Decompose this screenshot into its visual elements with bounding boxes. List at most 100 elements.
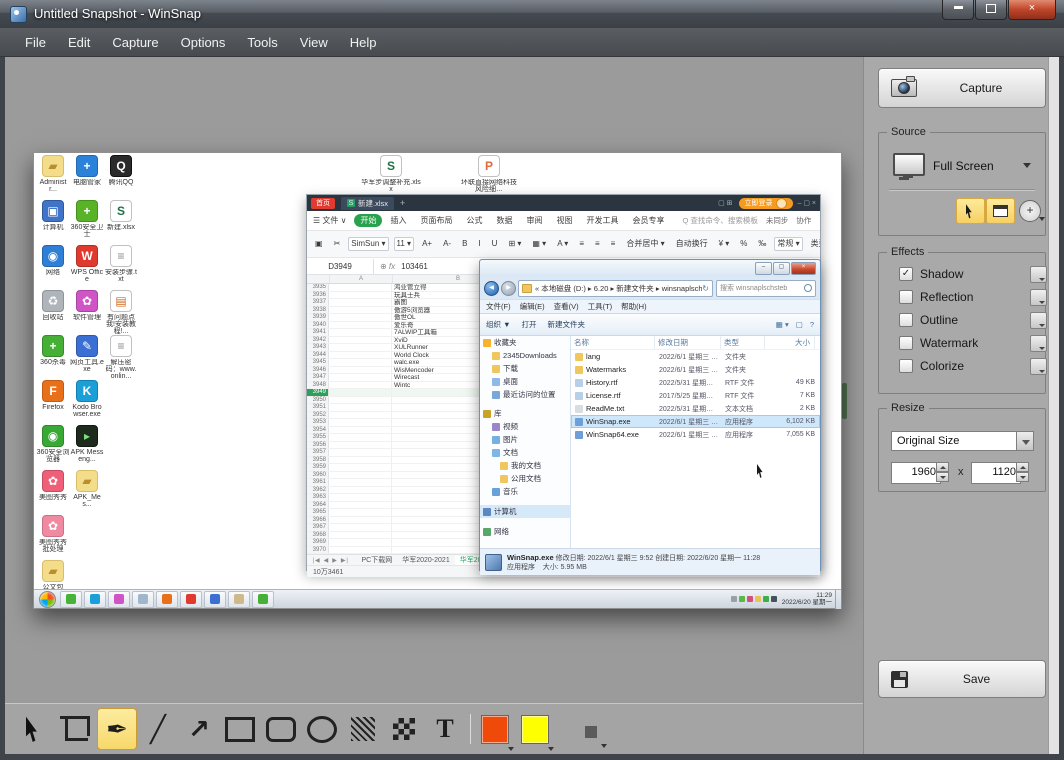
excel-format-control: ▣ (312, 237, 326, 251)
menu-item[interactable]: Options (170, 28, 237, 57)
explorer-menu-item: 查看(V) (554, 301, 579, 312)
excel-row-header: 3953 (307, 419, 329, 426)
arrow-icon: ↗ (188, 716, 210, 742)
nav-item-icon (492, 449, 500, 457)
effect-checkbox[interactable]: ✓ (899, 267, 913, 281)
resize-width-stepper[interactable] (936, 462, 949, 482)
source-mode-dropdown[interactable]: Full Screen (933, 159, 994, 173)
effect-settings-button[interactable] (1030, 289, 1047, 306)
menu-item[interactable]: Tools (236, 28, 288, 57)
maximize-button[interactable] (975, 0, 1007, 20)
resize-width-input[interactable]: 1960 (891, 462, 941, 484)
resize-height-stepper[interactable] (1016, 462, 1029, 482)
avatar (776, 198, 787, 209)
desktop-icon-image: W (76, 245, 98, 267)
save-button[interactable]: Save (878, 660, 1046, 698)
desktop-icon: K Kodo Browser.exe (70, 380, 104, 425)
excel-format-control: 常规 ▾ (774, 237, 802, 251)
taskbar-app-button (60, 591, 82, 608)
resize-group-title: Resize (887, 402, 929, 414)
resize-preset-dropdown-button[interactable] (1016, 431, 1034, 451)
title-bar[interactable]: Untitled Snapshot - WinSnap × (0, 0, 1064, 29)
explorer-toolbar: 组织 ▼打开新建文件夹 ▦ ▾▢? (480, 313, 820, 336)
zoom-options-icon[interactable] (1039, 217, 1045, 221)
effect-checkbox[interactable] (899, 359, 913, 373)
excel-cell-a (329, 404, 392, 411)
menu-item[interactable]: Capture (101, 28, 169, 57)
source-group-title: Source (887, 126, 930, 138)
excel-format-control: ▦ ▾ (529, 237, 549, 251)
desktop-icon-label: APK_Mes... (70, 494, 104, 508)
menu-item[interactable]: File (14, 28, 57, 57)
line-tool[interactable]: ╱ (138, 708, 178, 750)
excel-format-control: ⊞ ▾ (505, 237, 524, 251)
excel-row-header: 3942 (307, 337, 329, 344)
select-tool[interactable] (15, 708, 55, 750)
line-width-selector[interactable] (585, 726, 597, 738)
editor-canvas[interactable]: ▰ Administr... + 电脑管家 Q 腾讯QQ ▣ (5, 57, 863, 703)
captured-screenshot[interactable]: ▰ Administr... + 电脑管家 Q 腾讯QQ ▣ (33, 152, 842, 609)
capture-button[interactable]: Capture (878, 68, 1046, 108)
menu-item[interactable]: View (289, 28, 339, 57)
pen-tool[interactable]: ✒ (97, 708, 137, 750)
text-tool[interactable]: T (425, 708, 465, 750)
excel-format-control: ¥ ▾ (716, 237, 733, 251)
effect-settings-button[interactable] (1030, 266, 1047, 283)
excel-format-control: I (475, 237, 483, 251)
excel-column-header: A (330, 275, 393, 283)
primary-color-swatch[interactable] (481, 715, 509, 744)
desktop-icon-label: APK Messeng... (70, 449, 104, 463)
file-size: 6,102 KB (769, 418, 819, 425)
chevron-down-icon[interactable] (1023, 163, 1031, 168)
menu-item[interactable]: Edit (57, 28, 101, 57)
select-arrow-icon (26, 716, 45, 742)
nav-item-icon (483, 508, 491, 516)
taskbar-app-icon (90, 594, 100, 604)
file-name: WinSnap.exe (586, 417, 659, 426)
nav-item-icon (483, 339, 491, 347)
arrow-tool[interactable]: ↗ (179, 708, 219, 750)
rectangle-tool[interactable] (220, 708, 260, 750)
zoom-plus-button[interactable]: + (1019, 200, 1041, 222)
pick-control-button[interactable] (986, 198, 1015, 224)
effect-label: Outline (920, 313, 958, 327)
effect-settings-button[interactable] (1030, 335, 1047, 352)
secondary-color-swatch[interactable] (521, 715, 549, 744)
effect-settings-button[interactable] (1030, 312, 1047, 329)
effect-checkbox[interactable] (899, 336, 913, 350)
excel-row-header: 3958 (307, 457, 329, 464)
excel-row-header: 3961 (307, 479, 329, 486)
ellipse-tool[interactable] (302, 708, 342, 750)
canvas-scrollbar-thumb[interactable] (842, 383, 847, 419)
effect-checkbox[interactable] (899, 290, 913, 304)
desktop-icon-image: ≡ (110, 335, 132, 357)
excel-command-search: Q 查找命令、搜索模板 (682, 215, 757, 226)
resize-height-input[interactable]: 1120 (971, 462, 1021, 484)
desktop-icon: ✿ 美图秀秀 (36, 470, 70, 515)
excel-document-tab: S 新建.xlsx (341, 197, 394, 210)
effect-checkbox[interactable] (899, 313, 913, 327)
explorer-menu-item: 编辑(E) (520, 301, 545, 312)
minimize-button[interactable] (942, 0, 974, 20)
effect-settings-button[interactable] (1030, 358, 1047, 375)
file-size: 49 KB (769, 379, 819, 386)
pick-window-button[interactable] (956, 198, 985, 224)
resize-preset-dropdown[interactable]: Original Size (891, 431, 1017, 451)
taskbar-app-button (108, 591, 130, 608)
desktop-icon-image: ▸ (76, 425, 98, 447)
hatch-tool[interactable] (343, 708, 383, 750)
nav-item-label: 下载 (503, 363, 518, 374)
file-row: WinSnap.exe 2022/6/1 星期三 … 应用程序 6,102 KB (571, 415, 820, 428)
file-icon (575, 353, 583, 361)
explorer-title-bar: – ▢ × (480, 260, 820, 277)
excel-ribbon-tab: 插入 (384, 214, 412, 227)
nav-item-label: 网络 (494, 526, 509, 537)
panel-scrollbar[interactable] (1048, 57, 1059, 754)
mosaic-tool[interactable] (384, 708, 424, 750)
menu-item[interactable]: Help (339, 28, 388, 57)
crop-tool[interactable] (56, 708, 96, 750)
excel-row-header: 3956 (307, 442, 329, 449)
excel-ribbon-right: 未同步协作分享⋮∧ (758, 215, 820, 226)
rounded-rectangle-tool[interactable] (261, 708, 301, 750)
close-button[interactable]: × (1008, 0, 1056, 20)
